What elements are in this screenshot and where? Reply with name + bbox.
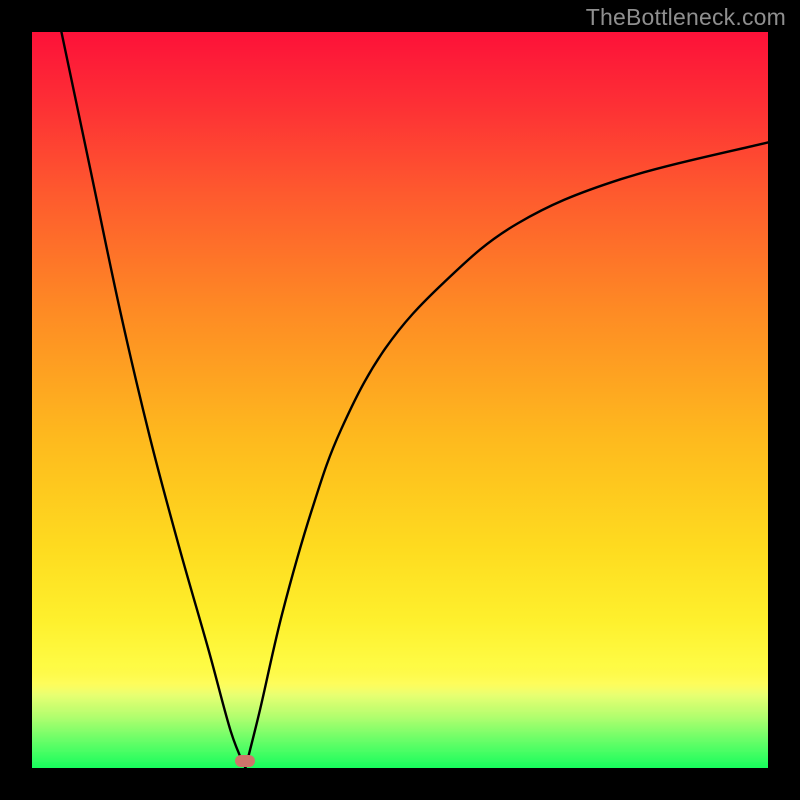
minimum-marker: [235, 755, 255, 767]
watermark-text: TheBottleneck.com: [586, 4, 786, 31]
bottleneck-curve: [32, 32, 768, 768]
plot-area: [32, 32, 768, 768]
curve-path: [61, 32, 768, 768]
chart-frame: TheBottleneck.com: [0, 0, 800, 800]
